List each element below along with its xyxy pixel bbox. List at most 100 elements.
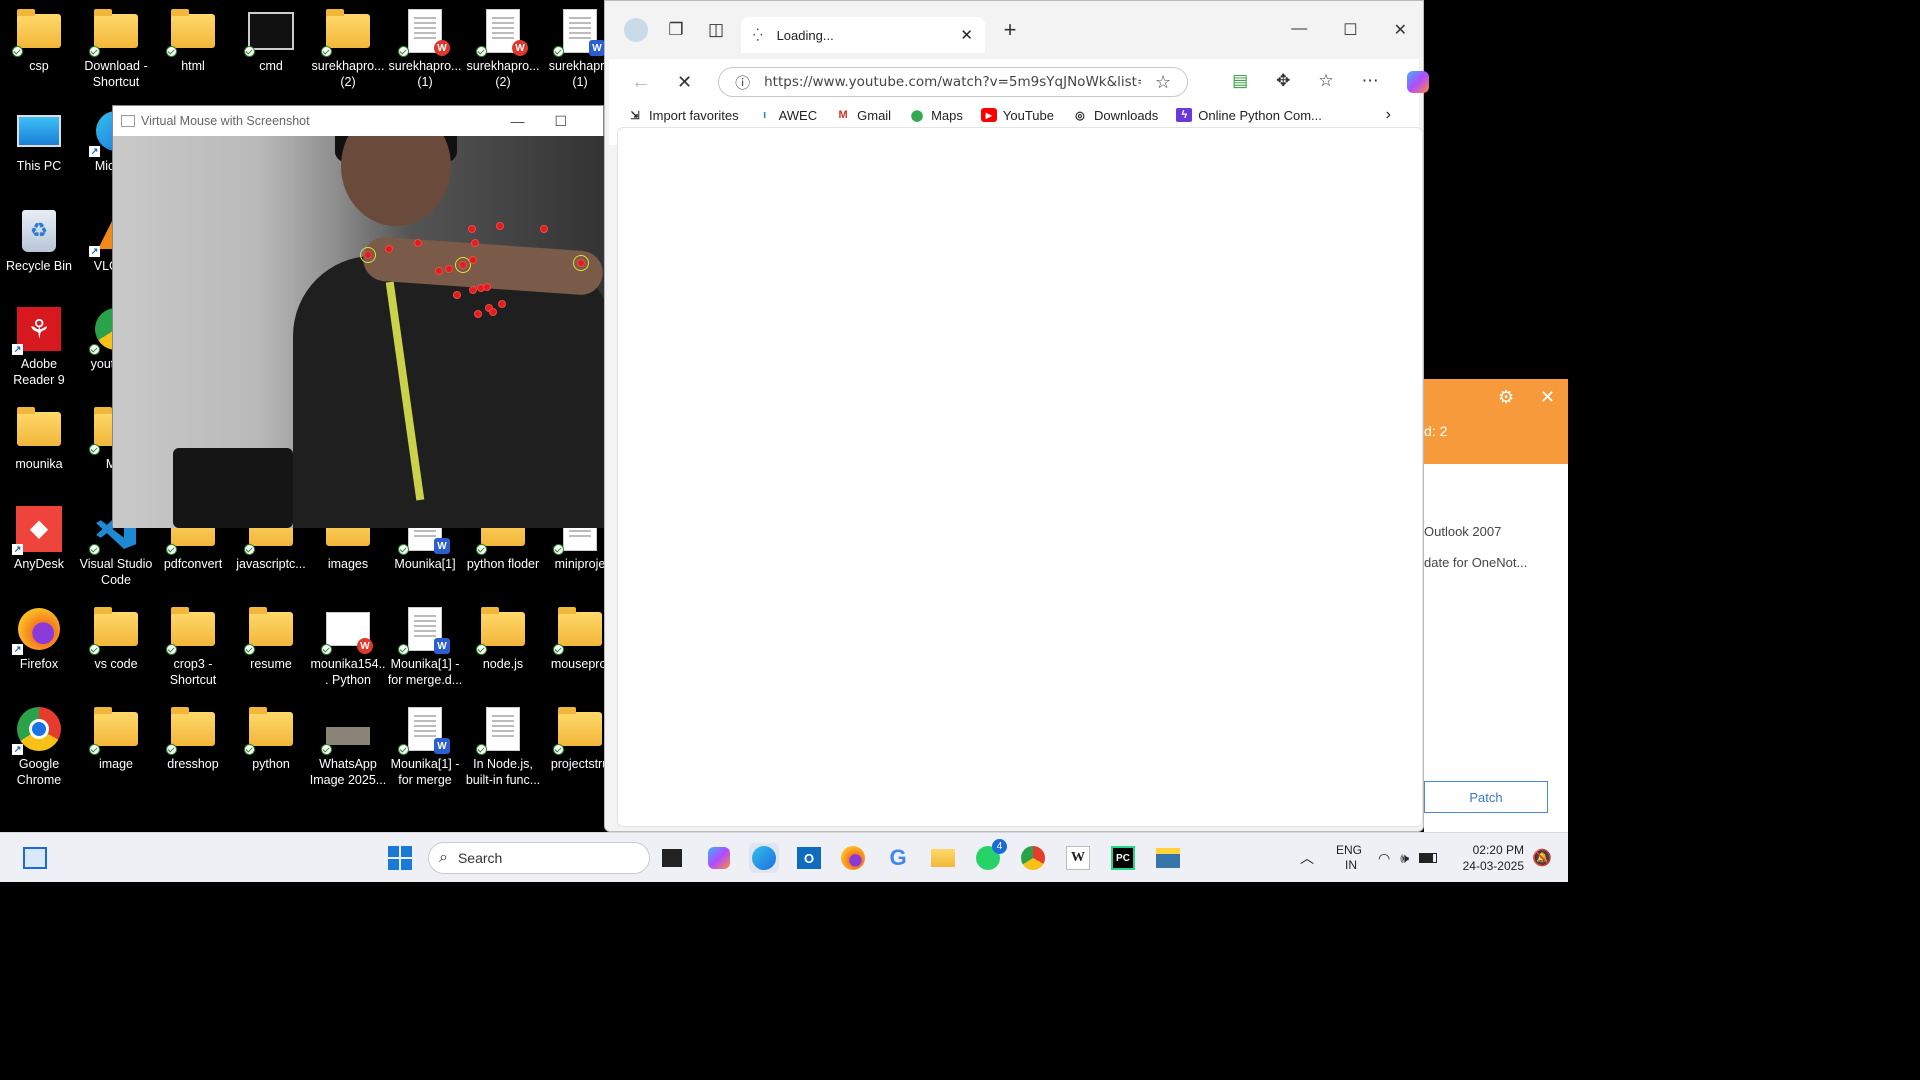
desktop-icon-mounika-python[interactable]: Wmounika154... Python (309, 606, 387, 688)
tab-close-icon[interactable]: ✕ (960, 26, 973, 44)
bookmark-gmail[interactable]: M Gmail (835, 108, 892, 123)
extensions-icon[interactable]: ✥ (1276, 71, 1290, 93)
patch-button[interactable]: Patch (1424, 781, 1548, 813)
bookmark-maps[interactable]: ⬤ Maps (909, 108, 963, 123)
copilot-icon[interactable] (704, 843, 734, 873)
clock-time: 02:20 PM (1472, 843, 1524, 857)
file-explorer-icon[interactable] (928, 843, 958, 873)
minimize-button[interactable]: — (1291, 20, 1307, 40)
edge-taskbar-icon[interactable] (749, 843, 779, 873)
page-content[interactable] (617, 127, 1423, 827)
bookmark-import-favorites[interactable]: ⇲ Import favorites (627, 107, 739, 123)
more-menu-icon[interactable]: ⋯ (1362, 71, 1379, 93)
whatsapp-icon[interactable]: 4 (973, 839, 1007, 873)
google-icon[interactable]: G (883, 843, 913, 873)
desktop-icon-surekha-2[interactable]: surekhapro... (2) (309, 8, 387, 90)
desktop-icon-download-shortcut[interactable]: Download - Shortcut (77, 8, 155, 90)
vm-titlebar[interactable]: Virtual Mouse with Screenshot — ☐ (113, 106, 603, 136)
notification-bell-icon[interactable]: 🔕 (1532, 833, 1552, 883)
system-tray[interactable]: ◠ 🕪 (1378, 833, 1438, 883)
back-arrow-icon[interactable]: ← (631, 71, 651, 94)
desktop-icon-surekha-pdf-1[interactable]: Wsurekhapro... (1) (386, 8, 464, 90)
desktop-icon-python[interactable]: python (232, 706, 310, 772)
close-icon[interactable]: ✕ (1540, 387, 1555, 408)
desktop-icon-recycle-bin[interactable]: ♻ Recycle Bin (0, 208, 78, 274)
show-hidden-icons[interactable]: ︿ (1300, 833, 1314, 883)
edge-browser-window[interactable]: ❐ ◫ ⁛ Loading... ✕ + — ☐ ✕ ← ✕ ⓘ https:/… (604, 0, 1429, 832)
desktop-icon-nodejs[interactable]: node.js (464, 606, 542, 672)
vertical-tabs-icon[interactable]: ◫ (701, 15, 731, 45)
profile-avatar[interactable] (621, 15, 651, 45)
chevron-right-icon[interactable]: › (1386, 106, 1419, 124)
desktop-icon-image[interactable]: image (77, 706, 155, 772)
stop-loading-icon[interactable]: ✕ (677, 72, 692, 93)
maximize-button[interactable]: ☐ (554, 113, 567, 130)
bookmark-label: YouTube (1002, 107, 1054, 123)
bookmark-youtube[interactable]: ▶ YouTube (980, 107, 1054, 123)
icon-label: miniproje (554, 557, 606, 571)
close-window-button[interactable]: ✕ (1394, 20, 1407, 40)
bookmark-label: Import favorites (649, 107, 739, 123)
chrome-taskbar-icon[interactable] (1018, 843, 1048, 873)
reading-view-icon[interactable]: ▤ (1232, 71, 1248, 93)
maximize-button[interactable]: ☐ (1343, 20, 1357, 40)
wikipedia-icon[interactable]: W (1063, 843, 1093, 873)
site-info-icon[interactable]: ⓘ (735, 72, 750, 93)
virtual-mouse-window[interactable]: Virtual Mouse with Screenshot — ☐ (112, 105, 605, 528)
desktop-icon-vs-code-folder[interactable]: vs code (77, 606, 155, 672)
url-text: https://www.youtube.com/watch?v=5m9sYqJN… (764, 74, 1141, 90)
icon-label: images (327, 557, 369, 571)
clock[interactable]: 02:20 PM 24-03-2025 (1458, 833, 1524, 883)
landmark-point (445, 265, 453, 273)
language-indicator[interactable]: ENG IN (1336, 833, 1362, 883)
desktop-icon-mounika-merge[interactable]: W Mounika[1] - for merge (386, 706, 464, 788)
icon-label: Download - Shortcut (84, 59, 148, 89)
volume-icon: 🕪 (1400, 849, 1410, 866)
bookmark-online-python[interactable]: ϟ Online Python Com... (1176, 108, 1322, 123)
workspaces-icon[interactable]: ❐ (661, 15, 691, 45)
desktop-icon-whatsapp-image[interactable]: WhatsApp Image 2025... (309, 706, 387, 788)
task-view-icon[interactable] (657, 843, 687, 873)
desktop-icon-mounika-merge-doc[interactable]: W Mounika[1] - for merge.d... (386, 606, 464, 688)
desktop-icon-crop3[interactable]: crop3 - Shortcut (154, 606, 232, 688)
firefox-taskbar-icon[interactable] (838, 843, 868, 873)
favorite-star-icon[interactable]: ☆ (1155, 72, 1171, 93)
taskbar-search[interactable]: ⌕ Search (428, 842, 650, 874)
desktop-icon-nodejs-builtin[interactable]: In Node.js, built-in func... (464, 706, 542, 788)
favorites-icon[interactable]: ☆ (1318, 71, 1333, 93)
bookmark-downloads[interactable]: ◎ Downloads (1072, 108, 1158, 123)
desktop-icon-cmd[interactable]: cmd (232, 8, 310, 74)
desktop-icon-firefox[interactable]: ↗ Firefox (0, 606, 78, 672)
outlook-icon[interactable]: O (794, 843, 824, 873)
pycharm-icon[interactable]: PC (1108, 843, 1138, 873)
desktop-icon-mounika[interactable]: mounika (0, 406, 78, 472)
desktop-icon-google-chrome[interactable]: ↗ Google Chrome (0, 706, 78, 788)
icon-label: Mounika[1] (394, 557, 456, 571)
icon-label: image (98, 757, 134, 771)
desktop-icon-surekha-pdf-2[interactable]: Wsurekhapro... (2) (464, 8, 542, 90)
icon-label: AnyDesk (13, 557, 65, 571)
minimize-button[interactable]: — (510, 113, 524, 130)
copilot-icon[interactable] (1406, 71, 1429, 93)
desktop-icon-anydesk[interactable]: ◆ ↗ AnyDesk (0, 506, 78, 572)
chair (173, 448, 293, 528)
address-bar[interactable]: ⓘ https://www.youtube.com/watch?v=5m9sYq… (718, 67, 1189, 97)
icon-label: cmd (259, 59, 283, 73)
desktop-icon-resume[interactable]: resume (232, 606, 310, 672)
bookmark-awec[interactable]: ı AWEC (757, 107, 818, 123)
desktop-icon-dresshop[interactable]: dresshop (154, 706, 232, 772)
desktop-icon-this-pc[interactable]: This PC (0, 108, 78, 174)
desktop-icon-html[interactable]: html (154, 8, 232, 74)
new-tab-button[interactable]: + (995, 15, 1025, 45)
desktop-icon-csp[interactable]: csp (0, 8, 78, 74)
python-app-icon[interactable] (1153, 843, 1183, 873)
search-placeholder: Search (457, 850, 503, 866)
tab-youtube[interactable]: ⁛ Loading... ✕ (741, 17, 985, 53)
bookmark-label: AWEC (778, 107, 818, 123)
desktop-icon-adobe-reader[interactable]: ⚘ ↗ Adobe Reader 9 (0, 306, 78, 388)
landmark-point (483, 283, 491, 291)
start-button[interactable] (385, 843, 415, 873)
widgets-icon[interactable] (20, 843, 50, 873)
settings-gear-icon[interactable]: ⚙ (1498, 387, 1514, 408)
region-code: IN (1345, 858, 1357, 872)
